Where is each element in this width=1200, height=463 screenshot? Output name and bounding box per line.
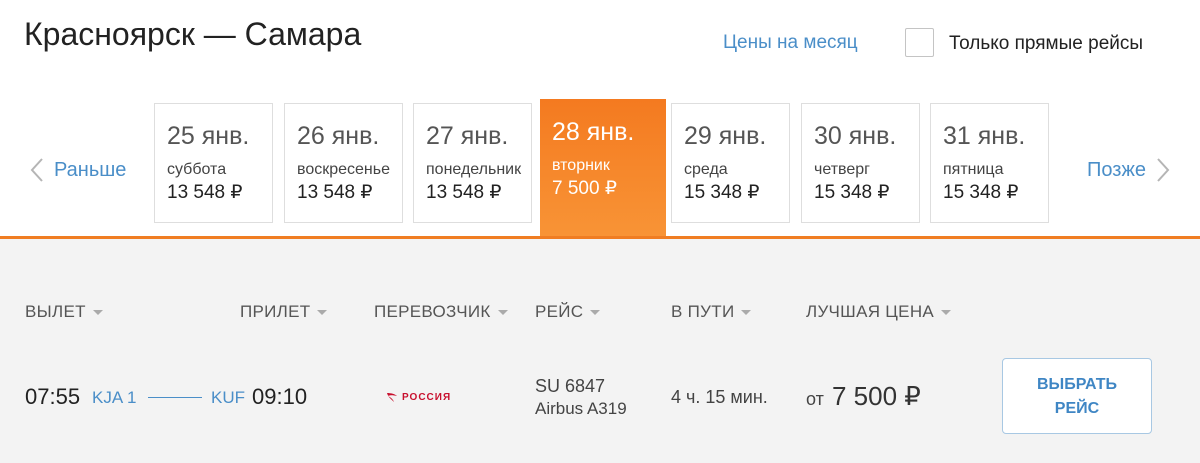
date-card-weekday: четверг [814,161,870,178]
date-card-price: 13 548 ₽ [297,182,373,203]
date-card-weekday: понедельник [426,161,522,178]
airline-logo-icon [387,393,397,402]
date-card-price: 15 348 ₽ [814,182,890,203]
caret-down-icon [92,309,103,315]
date-card-date: 29 янв. [684,122,767,150]
sort-duration-label: В ПУТИ [671,302,735,321]
sort-departure-label: ВЫЛЕТ [25,302,86,321]
sort-best-price-label: ЛУЧШАЯ ЦЕНА [806,302,935,321]
date-card-date: 25 янв. [167,122,250,150]
date-card[interactable]: 31 янв. пятница 15 348 ₽ [930,103,1049,223]
direct-only-checkbox[interactable] [905,28,934,57]
sort-arrival[interactable]: ПРИЛЕТ [240,302,328,322]
date-card-selected[interactable]: 28 янв. вторник 7 500 ₽ [540,99,666,238]
sort-flight[interactable]: РЕЙС [535,302,601,322]
date-card-weekday: пятница [943,161,1004,178]
flight-duration: 4 ч. 15 мин. [671,387,768,407]
prev-dates-label: Раньше [54,158,127,181]
flight-number: SU 6847 [535,376,606,396]
date-card-weekday: суббота [167,161,227,178]
aircraft-type: Airbus A319 [535,399,627,418]
chevron-left-icon [30,158,43,182]
select-flight-label-2: РЕЙС [1054,400,1100,417]
select-flight-button[interactable]: ВЫБРАТЬ РЕЙС [1002,358,1152,434]
date-card[interactable]: 30 янв. четверг 15 348 ₽ [801,103,920,223]
sort-duration[interactable]: В ПУТИ [671,302,752,322]
date-card[interactable]: 29 янв. среда 15 348 ₽ [671,103,790,223]
month-prices-link[interactable]: Цены на месяц [723,32,858,54]
next-dates-label: Позже [1087,158,1146,181]
sort-arrival-label: ПРИЛЕТ [240,302,311,321]
price-prefix: от [806,389,824,409]
departure-airport: KJA 1 [92,388,137,407]
date-card-date: 28 янв. [552,118,635,146]
carrier-logo-text: РОССИЯ [402,391,452,403]
date-card-date: 26 янв. [297,122,380,150]
date-card[interactable]: 25 янв. суббота 13 548 ₽ [154,103,273,223]
caret-down-icon [741,309,752,315]
date-card-price: 15 348 ₽ [684,182,760,203]
sort-best-price[interactable]: ЛУЧШАЯ ЦЕНА [806,302,952,322]
sort-carrier-label: ПЕРЕВОЗЧИК [374,302,491,321]
date-card-price: 13 548 ₽ [167,182,243,203]
caret-down-icon [497,309,508,315]
date-card-date: 31 янв. [943,122,1026,150]
route-title: Красноярск — Самара [24,16,362,52]
caret-down-icon [317,309,328,315]
sort-departure[interactable]: ВЫЛЕТ [25,302,103,322]
date-card-date: 30 янв. [814,122,897,150]
arrival-airport: KUF [211,388,245,407]
direct-only-label[interactable]: Только прямые рейсы [949,33,1143,55]
date-card-weekday: вторник [552,157,610,174]
date-card-weekday: воскресенье [297,161,390,178]
date-card[interactable]: 27 янв. понедельник 13 548 ₽ [413,103,532,223]
date-card-price: 15 348 ₽ [943,182,1019,203]
date-card-price: 7 500 ₽ [552,178,617,199]
caret-down-icon [941,309,952,315]
prev-dates-button[interactable]: Раньше [30,154,126,186]
departure-time: 07:55 [25,384,81,409]
sort-flight-label: РЕЙС [535,302,584,321]
date-card-date: 27 янв. [426,122,509,150]
arrival-time: 09:10 [252,384,308,409]
date-card-weekday: среда [684,161,728,178]
flight-price: 7 500 ₽ [832,381,921,411]
caret-down-icon [590,309,601,315]
sort-carrier[interactable]: ПЕРЕВОЗЧИК [374,302,508,322]
route-line [148,397,202,398]
next-dates-button[interactable]: Позже [1087,154,1170,186]
date-card-price: 13 548 ₽ [426,182,502,203]
date-card[interactable]: 26 янв. воскресенье 13 548 ₽ [284,103,403,223]
chevron-right-icon [1157,158,1170,182]
select-flight-label-1: ВЫБРАТЬ [1036,376,1117,393]
carrier-logo: РОССИЯ [386,391,451,403]
